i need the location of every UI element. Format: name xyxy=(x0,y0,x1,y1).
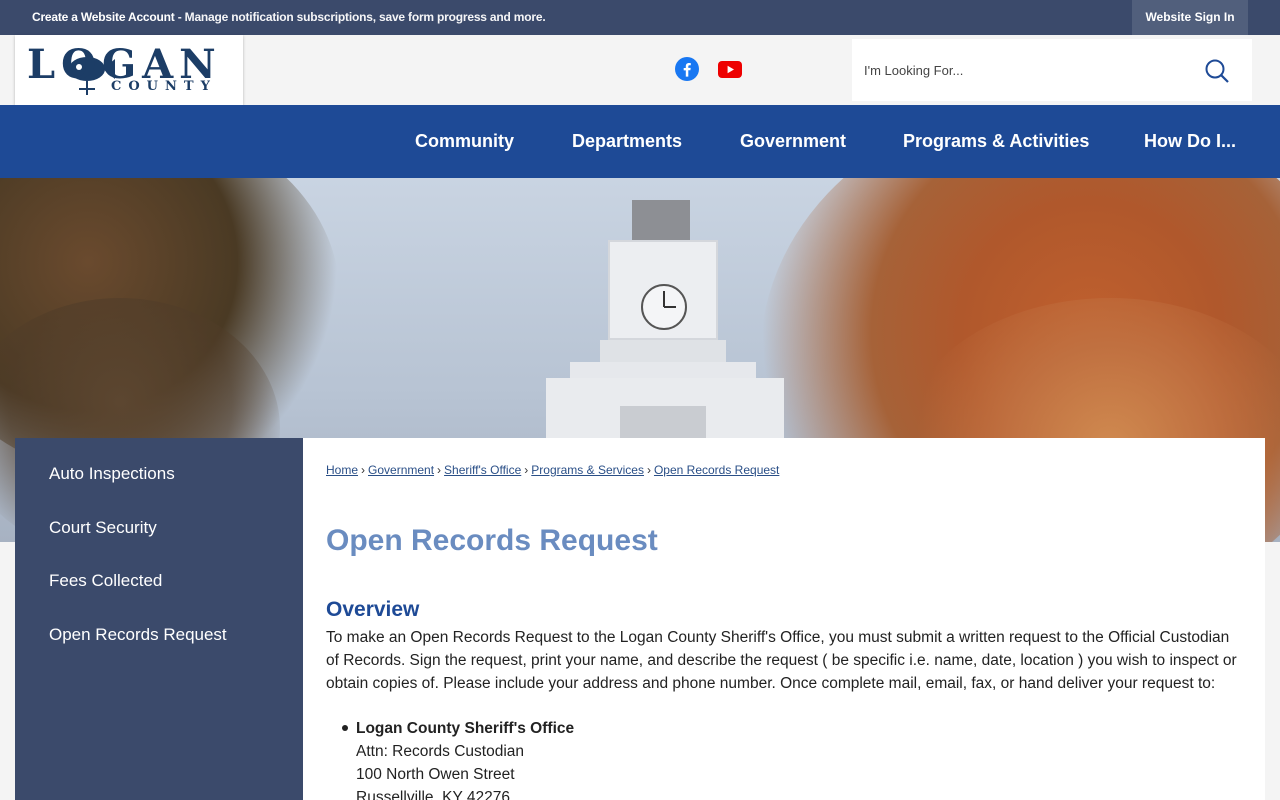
breadcrumb-home[interactable]: Home xyxy=(326,463,358,477)
account-message-text: - Manage notification subscriptions, sav… xyxy=(174,10,546,24)
address-block: Logan County Sheriff's Office Attn: Reco… xyxy=(356,717,574,800)
breadcrumb: Home › Government › Sheriff's Office › Program… xyxy=(326,463,779,477)
overview-heading: Overview xyxy=(326,598,420,621)
address-street: 100 North Owen Street xyxy=(356,766,515,783)
breadcrumb-separator: › xyxy=(437,463,442,477)
breadcrumb-programs-services[interactable]: Programs & Services xyxy=(531,463,644,477)
youtube-icon[interactable] xyxy=(718,57,742,81)
nav-item-how-do-i[interactable]: How Do I... xyxy=(1144,105,1236,178)
website-sign-in-button[interactable]: Website Sign In xyxy=(1132,0,1248,35)
nav-item-departments[interactable]: Departments xyxy=(572,105,682,178)
sidebar-item-open-records-request[interactable]: Open Records Request xyxy=(15,611,303,665)
main-content: Home › Government › Sheriff's Office › Program… xyxy=(303,438,1265,800)
search-input[interactable] xyxy=(864,57,1184,83)
sidebar-item-auto-inspections[interactable]: Auto Inspections xyxy=(15,450,303,504)
breadcrumb-sheriffs-office[interactable]: Sheriff's Office xyxy=(444,463,521,477)
nav-item-community[interactable]: Community xyxy=(415,105,514,178)
top-bar: Create a Website Account - Manage notifi… xyxy=(0,0,1280,35)
breadcrumb-separator: › xyxy=(646,463,651,477)
address-name: Logan County Sheriff's Office xyxy=(356,720,575,737)
breadcrumb-government[interactable]: Government xyxy=(368,463,434,477)
overview-text: To make an Open Records Request to the L… xyxy=(326,629,1237,692)
sidebar-item-court-security[interactable]: Court Security xyxy=(15,504,303,558)
facebook-icon[interactable] xyxy=(675,57,699,81)
breadcrumb-separator: › xyxy=(361,463,366,477)
create-account-link[interactable]: Create a Website Account xyxy=(32,10,175,24)
account-message[interactable]: Create a Website Account - Manage notifi… xyxy=(32,10,546,24)
list-bullet xyxy=(342,725,348,731)
nav-item-programs-activities[interactable]: Programs & Activities xyxy=(903,105,1089,178)
sidebar-item-fees-collected[interactable]: Fees Collected xyxy=(15,557,303,611)
main-nav: Community Departments Government Program… xyxy=(0,105,1280,178)
logo-sub-text: COUNTY xyxy=(111,79,217,94)
clock-icon xyxy=(641,284,687,330)
breadcrumb-open-records-request[interactable]: Open Records Request xyxy=(654,463,779,477)
tower-roof xyxy=(632,200,690,242)
logo[interactable]: LOGAN COUNTY xyxy=(15,35,243,105)
page-title: Open Records Request xyxy=(326,524,658,557)
nav-item-government[interactable]: Government xyxy=(740,105,846,178)
search-icon[interactable] xyxy=(1204,58,1230,84)
address-city: Russellville, KY 42276 xyxy=(356,789,510,800)
address-attn: Attn: Records Custodian xyxy=(356,743,525,760)
search-box xyxy=(852,39,1252,101)
sidebar: Auto Inspections Court Security Fees Col… xyxy=(15,438,303,800)
breadcrumb-separator: › xyxy=(524,463,529,477)
tower-ledge xyxy=(600,340,726,362)
